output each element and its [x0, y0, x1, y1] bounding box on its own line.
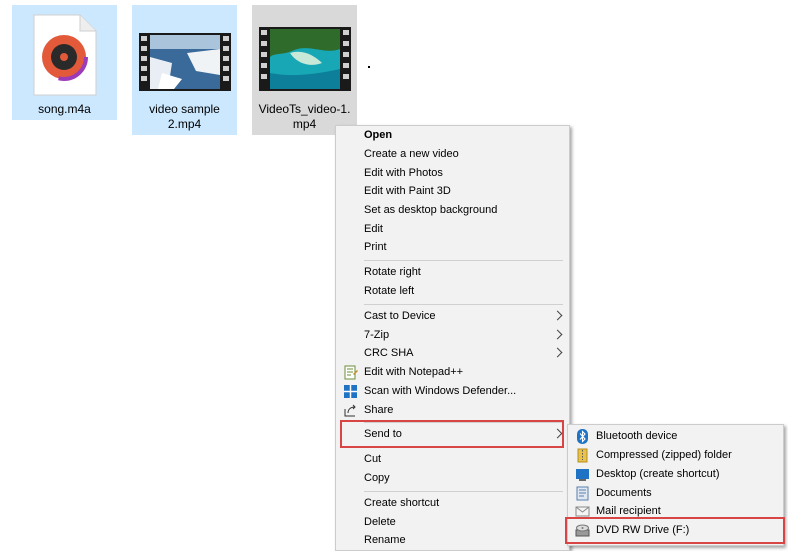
- chevron-right-icon: [552, 329, 563, 340]
- menu-item-label: Scan with Windows Defender...: [364, 385, 517, 397]
- menu-item-crc-sha[interactable]: CRC SHA: [338, 344, 567, 363]
- file-video-sample[interactable]: video sample 2.mp4: [132, 5, 237, 135]
- menu-item-open[interactable]: Open: [338, 126, 567, 145]
- menu-item-label: Share: [364, 404, 394, 416]
- chevron-right-icon: [552, 310, 563, 321]
- file-videots[interactable]: VideoTs_video-1. mp4: [252, 5, 357, 135]
- submenu-item-label: Compressed (zipped) folder: [596, 449, 732, 461]
- submenu-item-label: Desktop (create shortcut): [596, 468, 720, 480]
- menu-item-edit-with-photos[interactable]: Edit with Photos: [338, 164, 567, 183]
- menu-item-cut[interactable]: Cut: [338, 450, 567, 469]
- menu-item-print[interactable]: Print: [338, 238, 567, 257]
- file-name: video sample 2.mp4: [149, 102, 220, 131]
- menu-item-rename[interactable]: Rename: [338, 531, 567, 550]
- menu-item-7zip[interactable]: 7-Zip: [338, 326, 567, 345]
- windows-defender-icon: [343, 384, 358, 399]
- menu-separator: [364, 260, 563, 261]
- menu-item-cast-to-device[interactable]: Cast to Device: [338, 307, 567, 326]
- send-to-highlight: [340, 420, 564, 448]
- file-name: song.m4a: [38, 102, 91, 116]
- menu-item-rotate-left[interactable]: Rotate left: [338, 282, 567, 301]
- menu-item-edit-notepadpp[interactable]: Edit with Notepad++: [338, 363, 567, 382]
- video-thumbnail-icon: [132, 13, 237, 97]
- menu-item-label: 7-Zip: [364, 329, 390, 341]
- menu-item-rotate-right[interactable]: Rotate right: [338, 263, 567, 282]
- context-menu: Open Create a new video Edit with Photos…: [335, 125, 570, 551]
- submenu-item-zip-folder[interactable]: Compressed (zipped) folder: [570, 446, 781, 465]
- menu-separator: [364, 491, 563, 492]
- dvd-drive-highlight: [565, 517, 785, 544]
- menu-item-edit-with-paint3d[interactable]: Edit with Paint 3D: [338, 182, 567, 201]
- menu-item-set-desktop-background[interactable]: Set as desktop background: [338, 201, 567, 220]
- desktop-icon: [575, 467, 590, 482]
- stray-dot: [368, 66, 370, 68]
- chevron-right-icon: [552, 347, 563, 358]
- file-song[interactable]: song.m4a: [12, 5, 117, 120]
- menu-item-share[interactable]: Share: [338, 401, 567, 420]
- menu-item-scan-defender[interactable]: Scan with Windows Defender...: [338, 382, 567, 401]
- menu-item-create-shortcut[interactable]: Create shortcut: [338, 494, 567, 513]
- menu-item-edit[interactable]: Edit: [338, 220, 567, 239]
- menu-item-label: Cast to Device: [364, 310, 436, 322]
- menu-separator: [364, 304, 563, 305]
- documents-icon: [575, 486, 590, 501]
- menu-item-label: Edit with Notepad++: [364, 366, 464, 378]
- video-thumbnail-icon: [252, 13, 357, 97]
- submenu-item-desktop[interactable]: Desktop (create shortcut): [570, 465, 781, 484]
- share-icon: [343, 403, 358, 418]
- submenu-item-label: Bluetooth device: [596, 430, 678, 442]
- bluetooth-icon: [575, 429, 590, 444]
- audio-file-icon: [12, 13, 117, 97]
- submenu-item-documents[interactable]: Documents: [570, 484, 781, 503]
- zip-folder-icon: [575, 448, 590, 463]
- submenu-item-bluetooth[interactable]: Bluetooth device: [570, 427, 781, 446]
- notepad-plus-plus-icon: [343, 365, 358, 380]
- menu-item-copy[interactable]: Copy: [338, 469, 567, 488]
- menu-item-delete[interactable]: Delete: [338, 513, 567, 532]
- submenu-item-label: Documents: [596, 487, 652, 499]
- menu-item-label: CRC SHA: [364, 347, 414, 359]
- menu-item-create-new-video[interactable]: Create a new video: [338, 145, 567, 164]
- submenu-item-label: Mail recipient: [596, 505, 661, 517]
